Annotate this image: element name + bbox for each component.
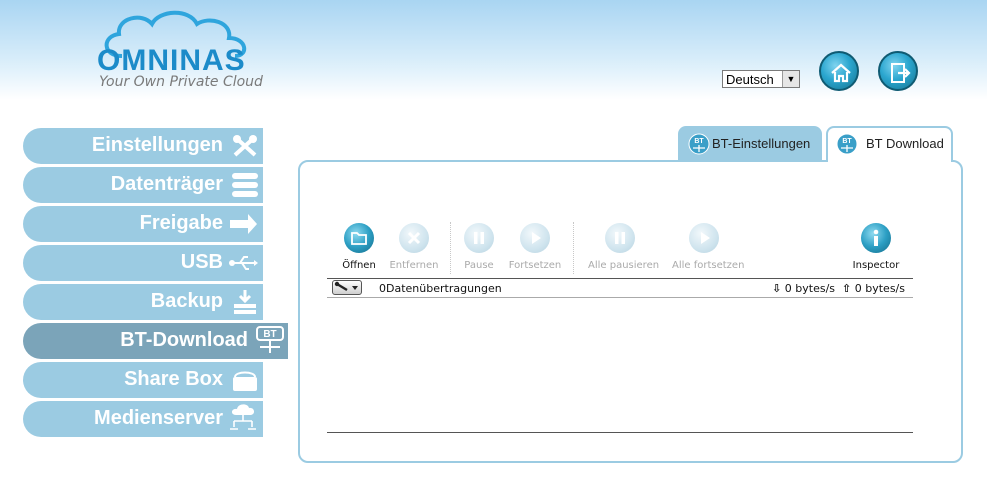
toolbar-label: Pause xyxy=(464,260,494,271)
sidebar-item-medienserver[interactable]: Medienserver xyxy=(23,401,263,437)
logout-button[interactable] xyxy=(878,51,918,91)
tab-label: BT Download xyxy=(866,136,944,151)
backup-icon xyxy=(234,290,256,314)
wrench-icon xyxy=(334,281,358,292)
bt-icon: BT xyxy=(256,326,284,353)
omninas-logo: OMNINAS Your Own Private Cloud xyxy=(97,8,267,93)
remove-button[interactable]: Entfernen xyxy=(382,223,446,271)
toolbar-label: Fortsetzen xyxy=(508,260,562,271)
transfer-status-bar: 0Datenübertragungen ⇩ 0 bytes/s ⇧ 0 byte… xyxy=(327,278,913,298)
tab-label: BT-Einstellungen xyxy=(712,136,811,151)
language-select[interactable]: Deutsch ▼ xyxy=(722,70,800,88)
settings-menu-button[interactable] xyxy=(332,280,362,295)
language-selected: Deutsch xyxy=(726,72,774,87)
upload-speed: 0 bytes/s xyxy=(854,282,905,295)
logout-icon xyxy=(891,63,911,83)
sidebar-item-label: Share Box xyxy=(124,368,223,390)
open-folder-icon xyxy=(344,223,374,253)
sidebar-item-einstellungen[interactable]: Einstellungen xyxy=(23,128,263,164)
sidebar-item-label: Datenträger xyxy=(110,173,223,195)
logo-tagline: Your Own Private Cloud xyxy=(99,74,263,90)
home-icon xyxy=(831,63,851,83)
share-arrow-icon xyxy=(230,214,257,234)
sidebar-item-usb[interactable]: USB xyxy=(23,245,263,281)
sidebar-item-datentraeger[interactable]: Datenträger xyxy=(23,167,263,203)
sidebar-item-freigabe[interactable]: Freigabe xyxy=(23,206,263,242)
toolbar-label: Alle pausieren xyxy=(588,260,660,271)
info-icon xyxy=(861,223,891,253)
storage-icon xyxy=(232,173,258,197)
toolbar-label: Entfernen xyxy=(389,260,439,271)
speed-readout: ⇩ 0 bytes/s ⇧ 0 bytes/s xyxy=(772,282,905,295)
sidebar-item-label: USB xyxy=(180,251,223,273)
pause-all-button[interactable]: Alle pausieren xyxy=(588,223,660,271)
toolbar-label: Inspector xyxy=(852,260,900,271)
remove-icon xyxy=(399,223,429,253)
sidebar-item-label: BT-Download xyxy=(120,329,248,351)
resume-all-button[interactable]: Alle fortsetzen xyxy=(672,223,745,271)
svg-text:BT: BT xyxy=(842,138,852,145)
bt-icon: BT xyxy=(836,133,858,155)
tab-bt-download[interactable]: BT BT Download xyxy=(826,126,953,162)
pause-all-icon xyxy=(605,223,635,253)
tab-bt-einstellungen[interactable]: BT BT-Einstellungen xyxy=(678,126,822,160)
resume-button[interactable]: Fortsetzen xyxy=(503,223,567,271)
svg-text:BT: BT xyxy=(694,138,704,145)
resume-all-icon xyxy=(689,223,719,253)
sidebar-item-label: Freigabe xyxy=(139,212,223,234)
toolbar-label: Alle fortsetzen xyxy=(672,260,745,271)
chevron-down-icon: ▼ xyxy=(782,71,799,87)
home-button[interactable] xyxy=(819,51,859,91)
sidebar-item-share-box[interactable]: Share Box xyxy=(23,362,263,398)
sidebar-item-label: Medienserver xyxy=(94,407,223,429)
logo-wordmark: OMNINAS xyxy=(97,44,246,77)
play-icon xyxy=(520,223,550,253)
transfer-list-bottom-border xyxy=(327,432,913,433)
mediaserver-icon xyxy=(230,404,256,430)
upload-arrow-icon: ⇧ xyxy=(842,282,852,295)
toolbar-separator xyxy=(573,222,574,274)
bt-download-panel xyxy=(298,160,963,463)
sharebox-icon xyxy=(233,371,257,391)
sidebar-item-label: Einstellungen xyxy=(91,134,223,156)
sidebar-item-label: Backup xyxy=(150,290,223,312)
svg-text:BT: BT xyxy=(263,329,276,340)
bt-icon: BT xyxy=(688,133,710,155)
download-speed: 0 bytes/s xyxy=(784,282,836,295)
sidebar-item-bt-download[interactable]: BT-Download BT xyxy=(23,323,288,359)
pause-button[interactable]: Pause xyxy=(447,223,511,271)
inspector-button[interactable]: Inspector xyxy=(844,223,908,271)
transfer-count: 0Datenübertragungen xyxy=(379,282,502,295)
download-arrow-icon: ⇩ xyxy=(772,282,782,295)
pause-icon xyxy=(464,223,494,253)
tools-icon xyxy=(233,135,257,157)
usb-icon xyxy=(229,256,258,270)
sidebar-item-backup[interactable]: Backup xyxy=(23,284,263,320)
